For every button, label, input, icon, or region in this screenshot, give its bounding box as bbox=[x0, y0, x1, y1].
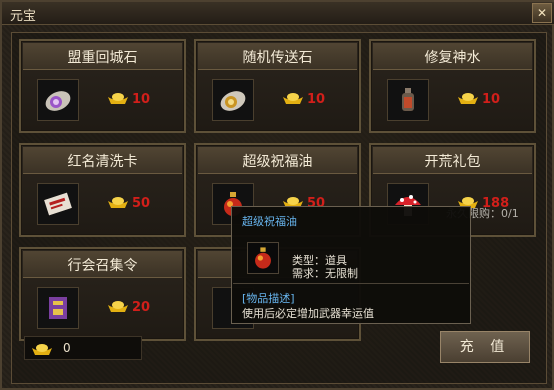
shop-item-card[interactable]: 行会召集令 20 bbox=[19, 247, 186, 341]
tooltip-item-slot bbox=[247, 242, 279, 274]
item-name: 随机传送石 bbox=[242, 50, 313, 66]
balance-value: 0 bbox=[63, 341, 71, 355]
window-title: 元宝 bbox=[10, 9, 37, 24]
recharge-button[interactable]: 充 值 bbox=[440, 331, 530, 363]
item-name: 盟重回城石 bbox=[67, 50, 138, 66]
close-icon: ✕ bbox=[536, 6, 548, 20]
card-header: 红名清洗卡 bbox=[23, 147, 182, 174]
gold-ingot-icon bbox=[283, 93, 303, 104]
item-name: 行会召集令 bbox=[67, 258, 138, 274]
item-price: 10 bbox=[307, 92, 326, 107]
card-header: 盟重回城石 bbox=[23, 43, 182, 70]
gold-ingot-icon bbox=[458, 93, 478, 104]
item-name: 修复神水 bbox=[424, 50, 481, 66]
card-header: 行会召集令 bbox=[23, 251, 182, 278]
potion-bottle-icon bbox=[402, 88, 414, 111]
red-card-icon bbox=[44, 192, 72, 216]
gold-ingot-icon bbox=[108, 301, 128, 312]
item-name: 开荒礼包 bbox=[424, 154, 481, 170]
gold-stone-scroll-icon bbox=[220, 91, 246, 111]
gold-ingot-icon bbox=[32, 344, 52, 355]
shop-item-card[interactable]: 盟重回城石 10 bbox=[19, 39, 186, 133]
card-header: 超级祝福油 bbox=[198, 147, 357, 174]
tooltip-description: 使用后必定增加武器幸运值 bbox=[242, 307, 374, 320]
item-price: 20 bbox=[132, 300, 151, 315]
item-price: 10 bbox=[482, 92, 501, 107]
item-icon-slot[interactable] bbox=[212, 79, 254, 121]
window-titlebar: 元宝 ✕ bbox=[2, 2, 554, 25]
item-name: 超级祝福油 bbox=[242, 154, 313, 170]
tooltip-description-header: [物品描述] bbox=[242, 292, 295, 305]
shop-item-card[interactable]: 修复神水 10 bbox=[369, 39, 536, 133]
item-icon-slot[interactable] bbox=[37, 79, 79, 121]
item-icon-slot[interactable] bbox=[387, 79, 429, 121]
ingot-balance: 0 bbox=[24, 336, 142, 360]
card-header: 开荒礼包 bbox=[373, 147, 532, 174]
item-name: 红名清洗卡 bbox=[67, 154, 138, 170]
shop-item-card[interactable]: 随机传送石 10 bbox=[194, 39, 361, 133]
item-icon-slot[interactable] bbox=[37, 287, 79, 329]
shop-window: 元宝 ✕ 盟重回城石 10 随机传送石 10 修复神水 10 红名清洗卡 50 … bbox=[0, 0, 554, 390]
blessing-oil-icon bbox=[255, 247, 271, 269]
tooltip-requirement: 需求：无限制 bbox=[292, 267, 358, 280]
card-header: 随机传送石 bbox=[198, 43, 357, 70]
gold-ingot-icon bbox=[108, 197, 128, 208]
gold-ingot-icon bbox=[108, 93, 128, 104]
tooltip-divider bbox=[233, 283, 469, 284]
close-button[interactable]: ✕ bbox=[532, 3, 552, 23]
item-price: 50 bbox=[132, 196, 151, 211]
guild-token-icon bbox=[49, 297, 67, 319]
tooltip-title: 超级祝福油 bbox=[242, 215, 297, 228]
shop-item-card[interactable]: 红名清洗卡 50 bbox=[19, 143, 186, 237]
item-icon-slot[interactable] bbox=[37, 183, 79, 225]
card-header: 修复神水 bbox=[373, 43, 532, 70]
item-tooltip: 超级祝福油 类型：道具 需求：无限制 [物品描述] 使用后必定增加武器幸运值 bbox=[231, 206, 471, 324]
item-price: 10 bbox=[132, 92, 151, 107]
purple-stone-scroll-icon bbox=[45, 91, 71, 111]
